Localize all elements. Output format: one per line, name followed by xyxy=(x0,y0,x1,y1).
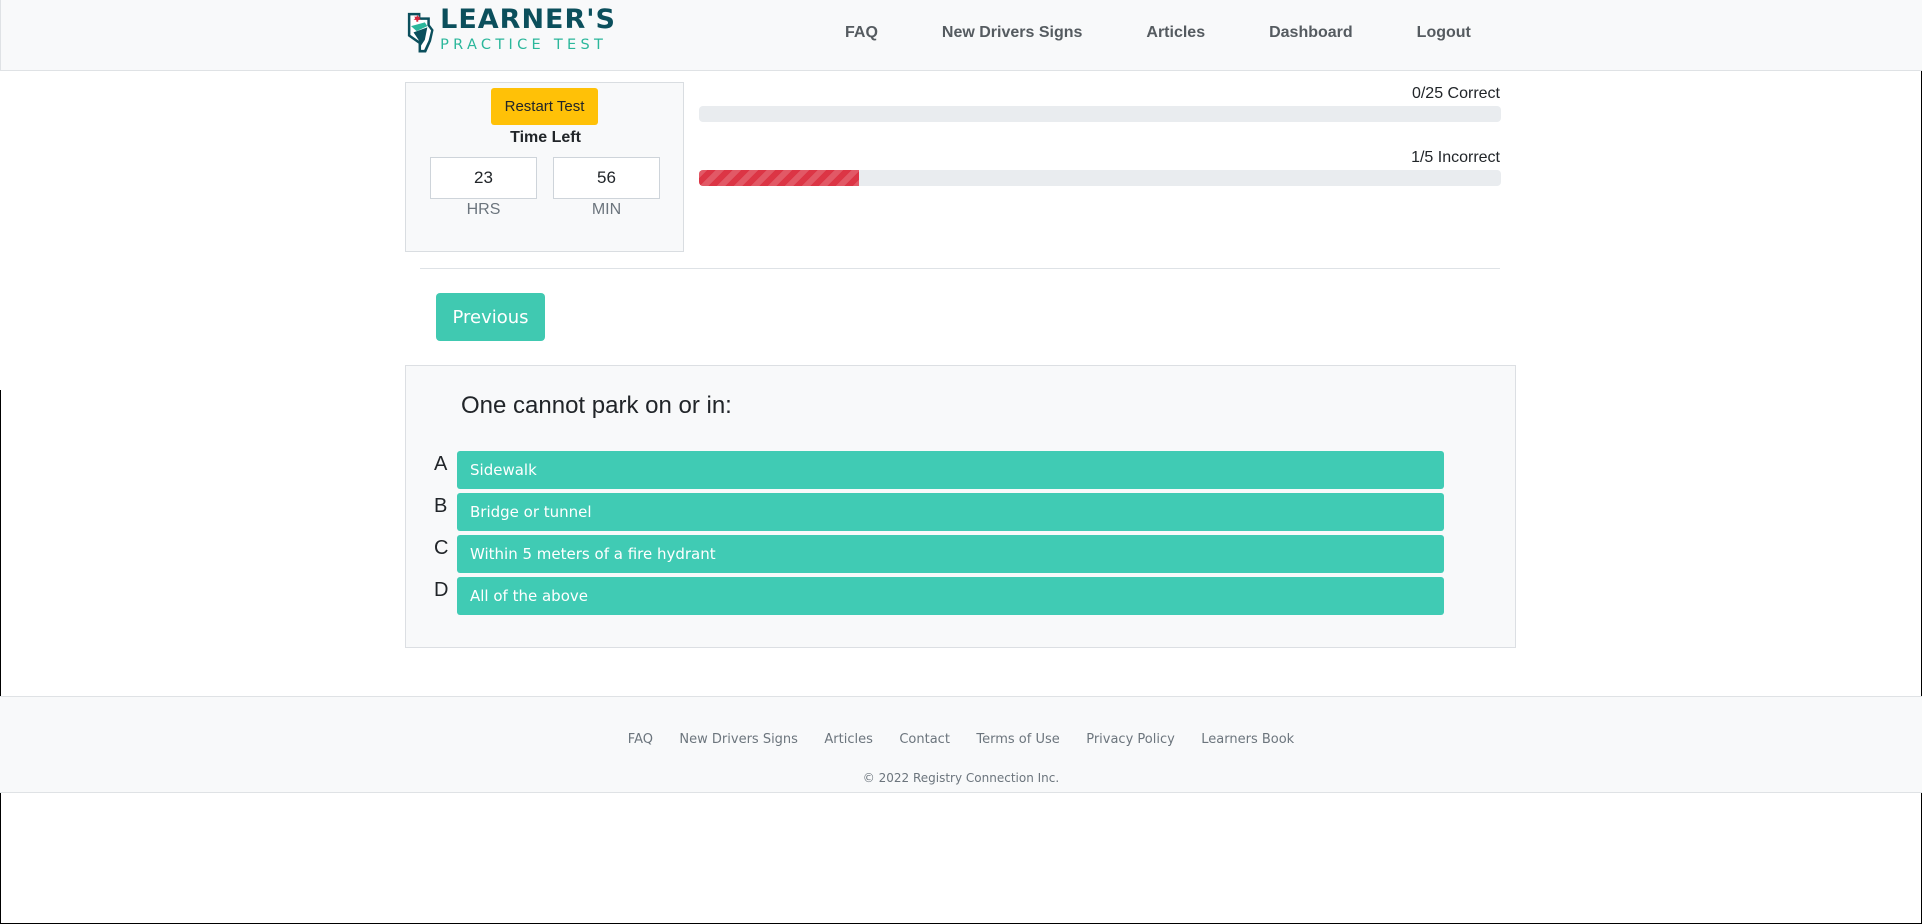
nav-link-faq[interactable]: FAQ xyxy=(845,24,878,42)
footer-link-faq[interactable]: FAQ xyxy=(628,732,653,747)
logo-title: LEARNER'S xyxy=(440,4,616,35)
footer-link-new-drivers-signs[interactable]: New Drivers Signs xyxy=(679,732,798,747)
logo-subtitle: PRACTICE TEST xyxy=(440,37,608,53)
answer-row-b: B Bridge or tunnel xyxy=(406,493,1517,531)
answer-option-a[interactable]: Sidewalk xyxy=(457,451,1444,489)
answer-option-c[interactable]: Within 5 meters of a fire hydrant xyxy=(457,535,1444,573)
footer-links: FAQ New Drivers Signs Articles Contact T… xyxy=(0,730,1922,748)
site-logo[interactable]: LEARNER'S PRACTICE TEST xyxy=(406,0,616,66)
answer-letter: D xyxy=(434,579,449,601)
answer-row-c: C Within 5 meters of a fire hydrant xyxy=(406,535,1517,573)
main-nav: FAQ New Drivers Signs Articles Dashboard… xyxy=(845,0,1471,66)
incorrect-count-label: 1/5 Incorrect xyxy=(1411,149,1500,166)
copyright-text: © 2022 Registry Connection Inc. xyxy=(862,771,1060,785)
logo-shield-icon xyxy=(407,12,434,53)
correct-count-label: 0/25 Correct xyxy=(1411,85,1500,102)
answer-option-b[interactable]: Bridge or tunnel xyxy=(457,493,1444,531)
previous-button[interactable]: Previous xyxy=(436,293,545,341)
answer-letter: A xyxy=(434,453,448,475)
footer-link-privacy-policy[interactable]: Privacy Policy xyxy=(1086,732,1175,747)
footer-link-terms-of-use[interactable]: Terms of Use xyxy=(976,732,1059,747)
nav-link-articles[interactable]: Articles xyxy=(1146,24,1205,42)
nav-link-dashboard[interactable]: Dashboard xyxy=(1269,24,1353,42)
incorrect-progress-fill xyxy=(699,170,860,186)
minutes-display: 56 xyxy=(553,157,660,199)
footer-link-contact[interactable]: Contact xyxy=(899,732,950,747)
question-text: One cannot park on or in: xyxy=(461,392,732,419)
incorrect-progress-bar xyxy=(699,170,1501,186)
section-divider xyxy=(420,268,1500,269)
footer-link-learners-book[interactable]: Learners Book xyxy=(1201,732,1294,747)
nav-link-logout[interactable]: Logout xyxy=(1417,24,1471,42)
hours-display: 23 xyxy=(430,157,537,199)
answer-letter: B xyxy=(434,495,448,517)
hours-unit-label: HRS xyxy=(466,201,501,218)
question-card: One cannot park on or in: A Sidewalk B B… xyxy=(405,365,1516,648)
top-navbar: LEARNER'S PRACTICE TEST FAQ New Drivers … xyxy=(0,0,1922,71)
answer-letter: C xyxy=(434,537,449,559)
minutes-unit-label: MIN xyxy=(591,201,622,218)
restart-test-button[interactable]: Restart Test xyxy=(491,88,598,125)
timer-panel: Restart Test Time Left 23 56 HRS MIN xyxy=(405,82,684,252)
time-left-label: Time Left xyxy=(510,129,581,146)
footer-link-articles[interactable]: Articles xyxy=(824,732,872,747)
answer-option-d[interactable]: All of the above xyxy=(457,577,1444,615)
answer-row-d: D All of the above xyxy=(406,577,1517,615)
correct-progress-bar xyxy=(699,106,1501,122)
answer-row-a: A Sidewalk xyxy=(406,451,1517,489)
nav-link-new-drivers-signs[interactable]: New Drivers Signs xyxy=(942,24,1083,42)
window-border-left xyxy=(0,390,1,924)
site-footer: FAQ New Drivers Signs Articles Contact T… xyxy=(0,696,1922,793)
